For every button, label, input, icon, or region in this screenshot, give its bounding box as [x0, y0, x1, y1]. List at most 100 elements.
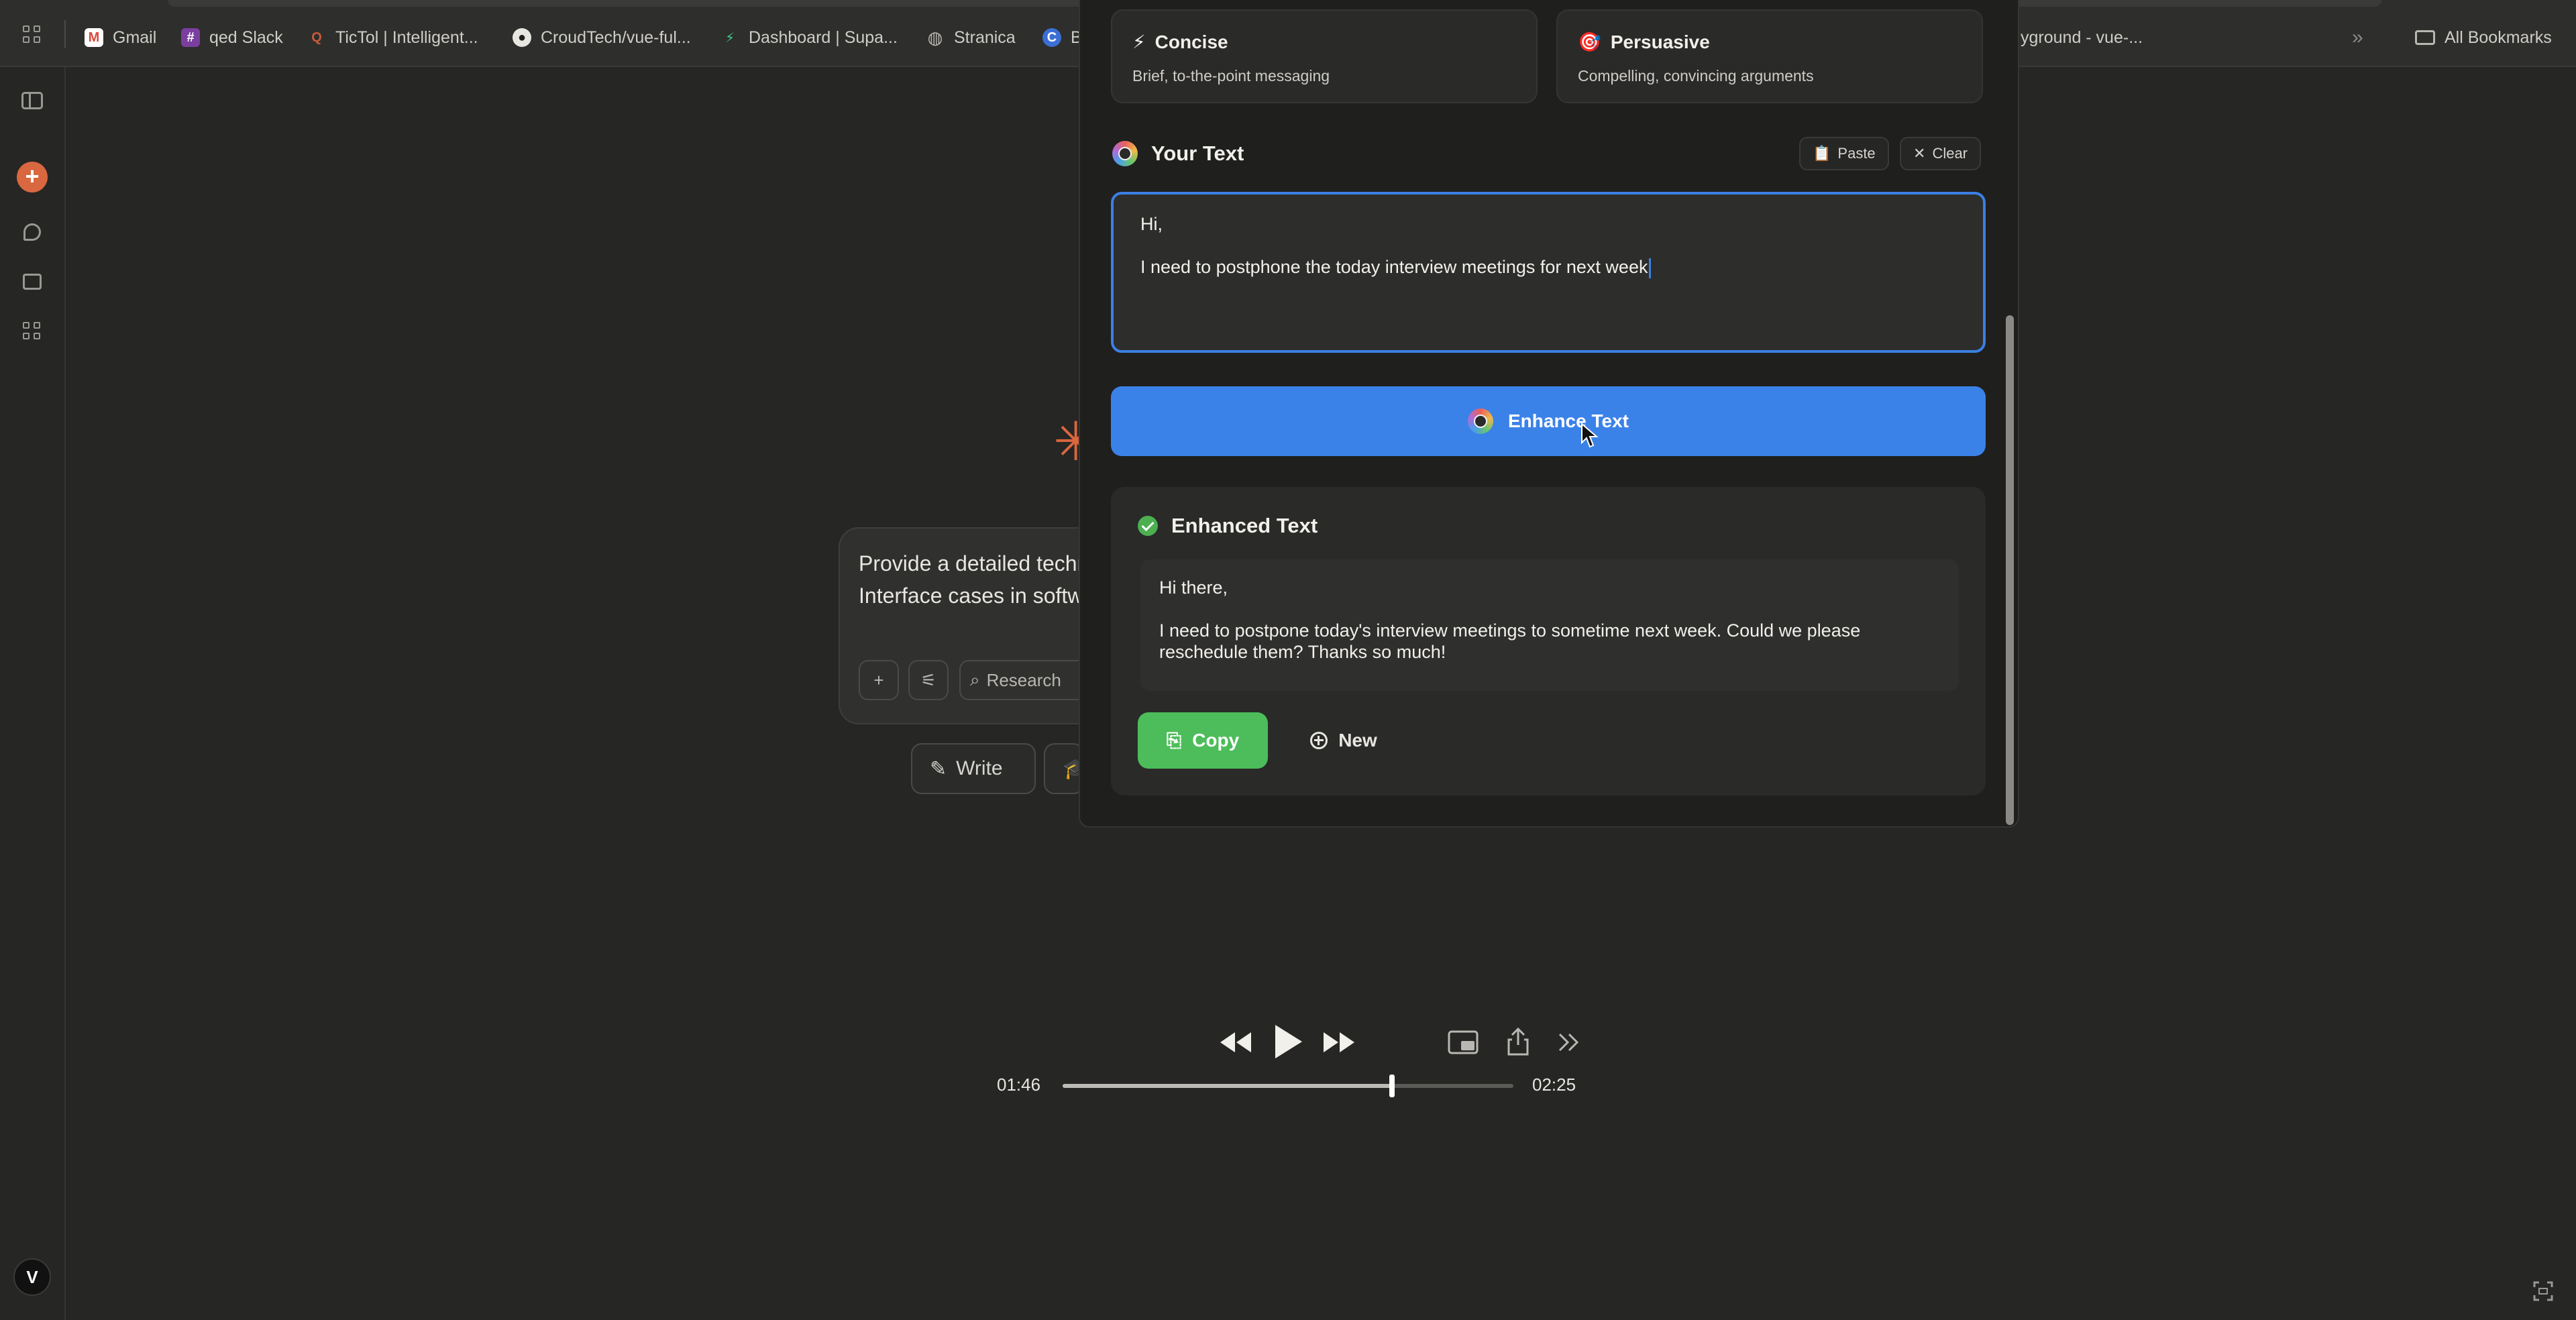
globe-icon: ◍ [927, 27, 943, 48]
text-caret [1649, 258, 1652, 278]
apps-grid-icon[interactable] [23, 25, 43, 46]
github-icon: ● [513, 28, 531, 47]
progress-knob[interactable] [1389, 1075, 1395, 1097]
clear-label: Clear [1932, 145, 1968, 162]
search-icon: ⌕ [970, 669, 980, 690]
bookmark-label: yground - vue-... [2021, 28, 2143, 47]
style-card-persuasive[interactable]: 🎯 Persuasive Compelling, convincing argu… [1556, 9, 1983, 103]
app-logo-icon [1112, 141, 1138, 166]
bookmark-label: TicTol | Intelligent... [335, 28, 478, 47]
bookmark-label: Dashboard | Supa... [749, 28, 898, 47]
artifacts-icon[interactable] [19, 318, 46, 345]
popup-scrollbar-thumb[interactable] [2006, 315, 2014, 825]
write-label: Write [956, 757, 1003, 779]
chats-icon[interactable] [19, 219, 46, 245]
close-icon: ✕ [1913, 145, 1926, 162]
copy-button[interactable]: ⎘ Copy [1138, 712, 1268, 769]
play-icon[interactable] [1268, 1020, 1308, 1064]
total-time: 02:25 [1532, 1075, 1576, 1095]
bookmarks-separator [64, 20, 66, 48]
mouse-cursor-icon [1581, 423, 1599, 448]
new-label: New [1338, 730, 1377, 751]
bookmark-c[interactable]: C B [1042, 24, 1082, 51]
enhance-label: Enhance Text [1508, 410, 1629, 431]
plus-icon: + [873, 669, 884, 690]
bookmark-label: Gmail [113, 28, 157, 47]
chevron-double-right-icon[interactable] [1554, 1029, 1585, 1056]
paste-label: Paste [1837, 145, 1876, 162]
enhanced-text-title: Enhanced Text [1171, 514, 1318, 537]
c-icon: C [1042, 28, 1061, 47]
enhance-text-button[interactable]: Enhance Text [1111, 386, 1986, 456]
style-card-title: ⚡ Concise [1132, 31, 1228, 53]
share-icon[interactable] [1501, 1026, 1535, 1057]
folder-icon [2415, 30, 2435, 45]
bookmark-supabase[interactable]: ⚡ Dashboard | Supa... [720, 24, 898, 51]
add-attachment-button[interactable]: + [859, 660, 899, 700]
slack-icon: # [181, 28, 200, 47]
text-enhancer-popup: ⚡ Concise Brief, to-the-point messaging … [1079, 0, 2019, 828]
check-circle-icon [1138, 516, 1158, 536]
research-label: Research [986, 669, 1061, 690]
output-line: Hi there, [1159, 578, 1228, 598]
target-icon: 🎯 [1578, 32, 1601, 52]
copy-label: Copy [1192, 730, 1240, 751]
write-chip[interactable]: ✎ Write [911, 743, 1036, 794]
clipboard-icon: 📋 [1813, 145, 1831, 162]
input-line: I need to postphone the today interview … [1140, 257, 1648, 277]
enhanced-text-card: Enhanced Text Hi there, I need to postpo… [1111, 487, 1986, 795]
paste-button[interactable]: 📋 Paste [1799, 137, 1889, 170]
supabase-icon: ⚡ [724, 30, 735, 46]
bookmark-stranica[interactable]: ◍ Stranica [926, 24, 1016, 51]
pencil-icon: ✎ [930, 757, 947, 780]
copy-icon: ⎘ [1166, 729, 1182, 751]
plus-circle-icon [1310, 732, 1328, 749]
your-text-input[interactable]: Hi, I need to postphone the today interv… [1111, 192, 1986, 353]
new-chat-button[interactable]: + [16, 161, 48, 193]
gmail-icon: M [85, 28, 103, 47]
playback-progress-bar[interactable] [1063, 1075, 1513, 1097]
left-sidebar: + V [0, 67, 66, 1320]
all-bookmarks-button[interactable]: All Bookmarks [2415, 24, 2552, 51]
enhanced-text-output[interactable]: Hi there, I need to postpone today's int… [1140, 559, 1959, 691]
new-button[interactable]: New [1287, 712, 1401, 769]
research-button[interactable]: ⌕ Research [959, 660, 1093, 700]
input-line: Hi, [1140, 214, 1163, 234]
your-text-header: Your Text [1112, 141, 1244, 166]
bookmark-slack[interactable]: # qed Slack [181, 24, 283, 51]
tools-settings-button[interactable]: ⚟ [908, 660, 949, 700]
screen-capture-icon[interactable] [2533, 1281, 2553, 1301]
tictol-icon: Q [311, 30, 322, 45]
style-card-concise[interactable]: ⚡ Concise Brief, to-the-point messaging [1111, 9, 1538, 103]
output-line: I need to postpone today's interview mee… [1159, 620, 1861, 662]
bookmark-label: CroudTech/vue-ful... [541, 28, 691, 47]
progress-fill [1063, 1084, 1393, 1088]
picture-in-picture-icon[interactable] [1446, 1029, 1480, 1056]
chevron-double-right-icon[interactable]: » [2352, 24, 2363, 51]
sidebar-toggle-icon[interactable] [19, 87, 46, 114]
all-bookmarks-label: All Bookmarks [2445, 28, 2552, 47]
bookmark-gmail[interactable]: M Gmail [85, 24, 156, 51]
projects-icon[interactable] [19, 268, 46, 295]
enhanced-text-header: Enhanced Text [1138, 514, 1318, 538]
your-text-title: Your Text [1151, 142, 1244, 165]
bookmark-playground[interactable]: yground - vue-... [2021, 24, 2143, 51]
style-card-title: 🎯 Persuasive [1578, 31, 1710, 53]
lightning-icon: ⚡ [1132, 32, 1146, 52]
bookmark-label: Stranica [954, 28, 1016, 47]
style-card-desc: Compelling, convincing arguments [1578, 67, 1814, 85]
style-card-desc: Brief, to-the-point messaging [1132, 67, 1330, 85]
app-logo-icon [1468, 408, 1493, 434]
style-title-label: Concise [1155, 31, 1228, 52]
learn-chip[interactable]: 🎓 [1044, 743, 1087, 794]
rewind-icon[interactable] [1216, 1028, 1256, 1057]
user-avatar[interactable]: V [13, 1258, 51, 1296]
sliders-icon: ⚟ [920, 669, 936, 690]
plus-icon: + [17, 162, 48, 192]
bookmark-label: qed Slack [209, 28, 283, 47]
bookmark-github[interactable]: ● CroudTech/vue-ful... [513, 24, 691, 51]
style-title-label: Persuasive [1610, 31, 1710, 52]
fast-forward-icon[interactable] [1319, 1028, 1359, 1057]
bookmark-tictol[interactable]: Q TicTol | Intelligent... [307, 24, 478, 51]
clear-button[interactable]: ✕ Clear [1900, 137, 1982, 170]
